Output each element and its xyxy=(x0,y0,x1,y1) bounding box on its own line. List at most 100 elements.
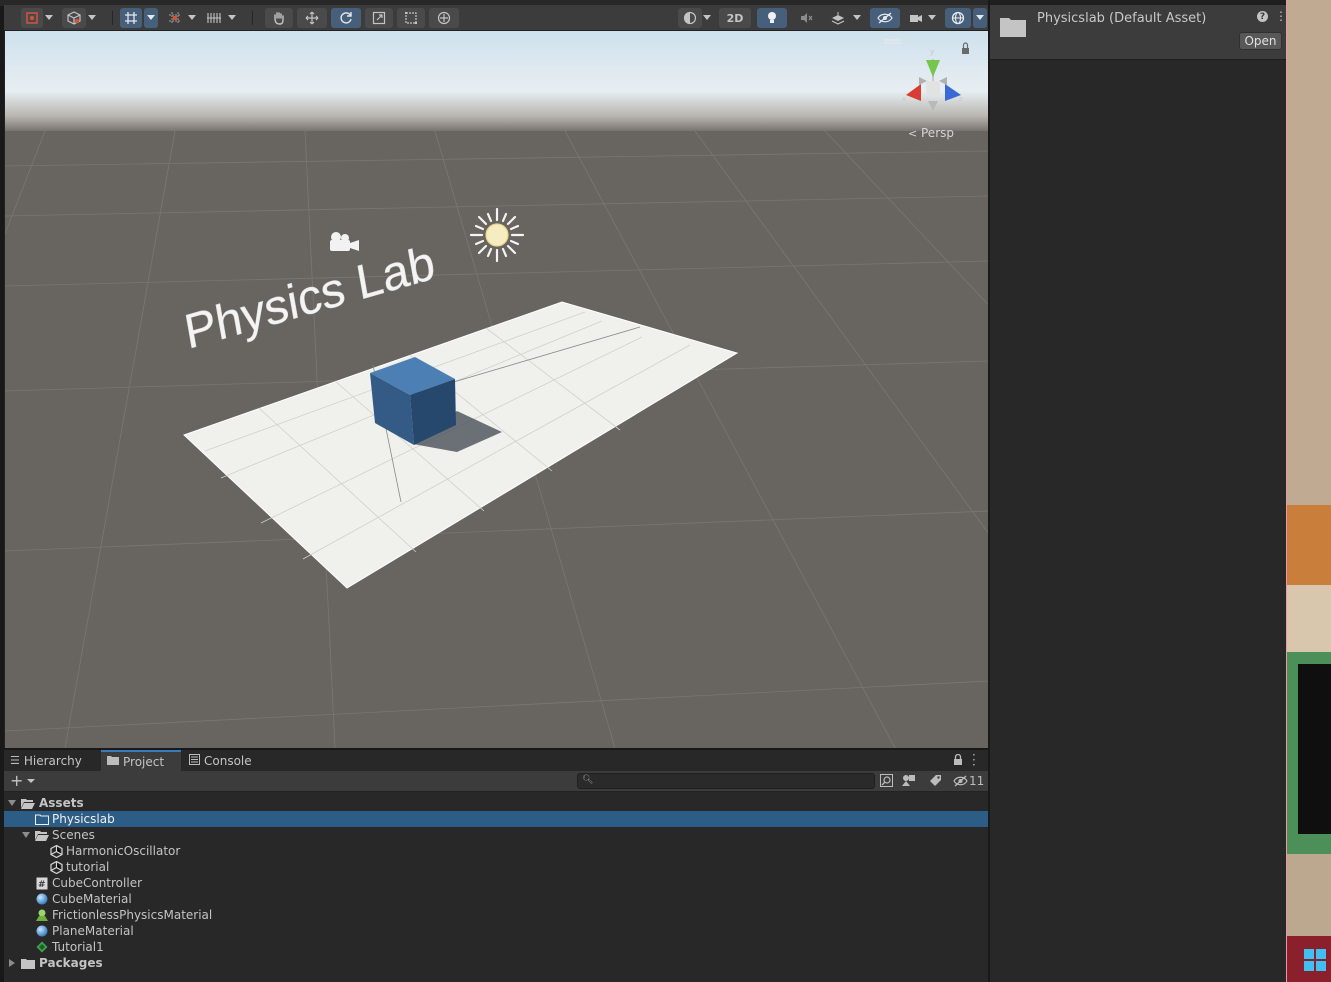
scene-camera-icon[interactable] xyxy=(905,8,927,28)
expand-arrow-icon[interactable] xyxy=(8,800,16,806)
tree-item-label: FrictionlessPhysicsMaterial xyxy=(52,908,213,922)
persp-label[interactable]: Persp xyxy=(921,126,954,140)
help-icon[interactable]: ? xyxy=(1257,11,1268,22)
audio-toggle-icon[interactable] xyxy=(793,8,819,28)
search-filter-icon[interactable] xyxy=(880,774,893,790)
tree-item-label: Scenes xyxy=(52,828,95,842)
tree-item-scenes[interactable]: Scenes xyxy=(4,827,988,843)
tree-item-packages[interactable]: Packages xyxy=(4,955,988,971)
effects-dropdown-icon[interactable] xyxy=(853,15,861,20)
tab-console[interactable]: Console xyxy=(183,750,263,771)
grid-dropdown-icon[interactable] xyxy=(144,8,158,28)
search-by-type-icon[interactable] xyxy=(902,774,916,790)
inspector-panel: Physicslab (Default Asset) ? ⋮ Open xyxy=(989,0,1287,982)
tree-item-frictionlessphysicsmaterial[interactable]: FrictionlessPhysicsMaterial xyxy=(4,907,988,923)
csharp-script-icon: # xyxy=(35,876,49,890)
tab-label: Hierarchy xyxy=(23,753,82,768)
tree-item-physicslab[interactable]: Physicslab xyxy=(4,811,988,827)
scene-viewport[interactable]: Physics Lab x z y < Persp xyxy=(4,31,988,748)
camera-dropdown-icon[interactable] xyxy=(928,15,936,20)
directional-light-icon[interactable] xyxy=(469,207,525,263)
tree-item-label: CubeController xyxy=(52,876,143,890)
snap-settings-icon[interactable] xyxy=(202,8,226,28)
move-tool-icon[interactable] xyxy=(297,8,327,28)
shading-mode-icon[interactable] xyxy=(678,8,702,28)
tree-item-label: Tutorial1 xyxy=(52,940,104,954)
add-asset-dropdown-icon[interactable] xyxy=(27,779,35,783)
shading-dropdown-icon[interactable] xyxy=(703,15,711,20)
scale-tool-icon[interactable] xyxy=(365,8,393,28)
add-asset-icon[interactable]: + xyxy=(10,772,23,790)
tree-item-label: Assets xyxy=(39,796,84,810)
increment-snap-icon[interactable] xyxy=(164,8,186,28)
transform-tool-icon[interactable] xyxy=(429,8,459,28)
tree-item-label: Packages xyxy=(39,956,103,970)
inspector-header: Physicslab (Default Asset) ? ⋮ Open xyxy=(990,5,1287,60)
console-icon xyxy=(189,753,200,768)
folder-outline-icon xyxy=(35,812,49,826)
gizmos-toggle-icon[interactable] xyxy=(945,8,971,28)
svg-text:z: z xyxy=(959,95,963,103)
view-cube-icon[interactable] xyxy=(62,8,86,28)
tree-item-label: PlaneMaterial xyxy=(52,924,134,938)
folder-icon xyxy=(107,755,119,768)
hierarchy-icon: ☰ xyxy=(10,754,20,767)
tree-item-label: Physicslab xyxy=(52,812,115,826)
tree-item-label: CubeMaterial xyxy=(52,892,132,906)
bottom-panel: ☰ Hierarchy Project Console · · · + 🔍︎ 1… xyxy=(4,749,988,982)
expand-arrow-icon[interactable] xyxy=(22,832,30,838)
lock-icon[interactable] xyxy=(953,753,963,769)
folder-icon xyxy=(21,956,35,970)
tree-item-label: tutorial xyxy=(66,860,110,874)
scene-visibility-icon[interactable] xyxy=(870,8,900,28)
search-input[interactable]: 🔍︎ xyxy=(577,773,875,789)
svg-text:x: x xyxy=(902,95,906,103)
svg-text:y: y xyxy=(930,48,934,56)
open-button[interactable]: Open xyxy=(1239,32,1282,50)
sky xyxy=(5,31,988,131)
hand-tool-icon[interactable] xyxy=(265,8,293,28)
grid-snap-icon[interactable] xyxy=(120,8,142,28)
tree-item-harmonicoscillator[interactable]: HarmonicOscillator xyxy=(4,843,988,859)
hidden-packages-toggle[interactable]: 11 xyxy=(953,774,984,788)
gizmos-dropdown-icon[interactable] xyxy=(973,8,987,28)
hidden-eye-icon xyxy=(953,775,968,787)
rotate-tool-icon[interactable] xyxy=(331,8,361,28)
toggle-2d-button[interactable]: 2D xyxy=(719,8,751,28)
tree-item-cubecontroller[interactable]: # CubeController xyxy=(4,875,988,891)
effects-toggle-icon[interactable] xyxy=(825,8,851,28)
panel-tab-row: ☰ Hierarchy Project Console · · · xyxy=(4,749,988,771)
unity-scene-icon xyxy=(49,844,63,858)
snap-dropdown-icon[interactable] xyxy=(188,15,196,20)
project-tree: Assets Physicslab Scenes HarmonicOscilla… xyxy=(4,794,988,982)
lighting-toggle-icon[interactable] xyxy=(757,8,787,28)
tree-item-planematerial[interactable]: PlaneMaterial xyxy=(4,923,988,939)
snap-settings-dropdown-icon[interactable] xyxy=(228,15,236,20)
tab-label: Project xyxy=(123,754,165,769)
unity-scene-icon xyxy=(49,860,63,874)
tree-item-label: HarmonicOscillator xyxy=(66,844,181,858)
inspector-title: Physicslab (Default Asset) xyxy=(1037,11,1207,26)
tree-item-assets[interactable]: Assets xyxy=(4,795,988,811)
tree-item-tutorial1[interactable]: Tutorial1 xyxy=(4,939,988,955)
folder-open-icon xyxy=(21,796,35,810)
svg-text:#: # xyxy=(38,880,46,890)
scene-toolbar: 2D xyxy=(4,5,988,31)
draw-mode-dropdown-icon[interactable] xyxy=(45,15,53,20)
tree-item-cubematerial[interactable]: CubeMaterial xyxy=(4,891,988,907)
toolbar-separator xyxy=(112,11,113,25)
tab-label: Console xyxy=(204,753,252,768)
rect-tool-icon[interactable] xyxy=(397,8,425,28)
panel-menu-icon[interactable]: · · · xyxy=(972,749,976,771)
draw-mode-icon[interactable] xyxy=(21,8,43,28)
persp-chevron-icon[interactable]: < xyxy=(908,127,917,140)
physics-material-icon xyxy=(35,908,49,922)
tab-hierarchy[interactable]: ☰ Hierarchy xyxy=(4,750,100,771)
project-toolbar: + 🔍︎ 11 xyxy=(4,771,988,792)
tab-project[interactable]: Project xyxy=(101,750,181,771)
search-by-label-icon[interactable] xyxy=(929,774,942,790)
toolbar-separator xyxy=(252,11,253,25)
tree-item-tutorial[interactable]: tutorial xyxy=(4,859,988,875)
view-dropdown-icon[interactable] xyxy=(88,15,96,20)
collapse-arrow-icon[interactable] xyxy=(9,959,15,967)
